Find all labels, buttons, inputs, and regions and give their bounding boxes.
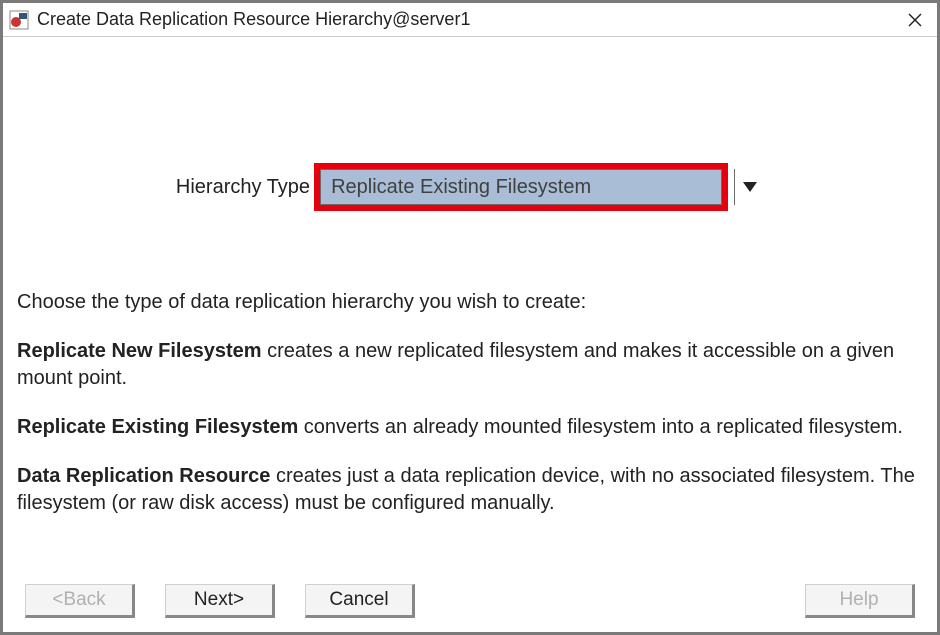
dropdown-selected-value: Replicate Existing Filesystem [321,176,721,199]
close-button[interactable] [893,3,937,37]
help-button[interactable]: Help [805,584,915,618]
chevron-down-icon [743,182,757,192]
cancel-button[interactable]: Cancel [305,584,415,618]
option-2-body: converts an already mounted filesystem i… [298,416,903,438]
option-3-title: Data Replication Resource [17,465,270,487]
highlight-box: Replicate Existing Filesystem [314,163,728,211]
hierarchy-type-row: Hierarchy Type Replicate Existing Filesy… [176,163,764,211]
intro-text: Choose the type of data replication hier… [17,289,923,316]
content-area: Hierarchy Type Replicate Existing Filesy… [3,37,937,632]
hierarchy-type-dropdown[interactable]: Replicate Existing Filesystem [320,169,722,205]
window-title: Create Data Replication Resource Hierarc… [37,9,893,30]
back-button[interactable]: <Back [25,584,135,618]
next-button[interactable]: Next> [165,584,275,618]
button-bar: <Back Next> Cancel Help [17,576,923,632]
option-2-text: Replicate Existing Filesystem converts a… [17,414,923,441]
option-1-text: Replicate New Filesystem creates a new r… [17,338,923,392]
option-2-title: Replicate Existing Filesystem [17,416,298,438]
form-area: Hierarchy Type Replicate Existing Filesy… [17,37,923,277]
description-area: Choose the type of data replication hier… [17,277,923,576]
app-icon [9,10,29,30]
option-3-text: Data Replication Resource creates just a… [17,463,923,517]
dialog-window: Create Data Replication Resource Hierarc… [0,0,940,635]
hierarchy-type-label: Hierarchy Type [176,176,310,199]
dropdown-arrow-button[interactable] [734,169,764,205]
titlebar: Create Data Replication Resource Hierarc… [3,3,937,37]
option-1-title: Replicate New Filesystem [17,340,262,362]
